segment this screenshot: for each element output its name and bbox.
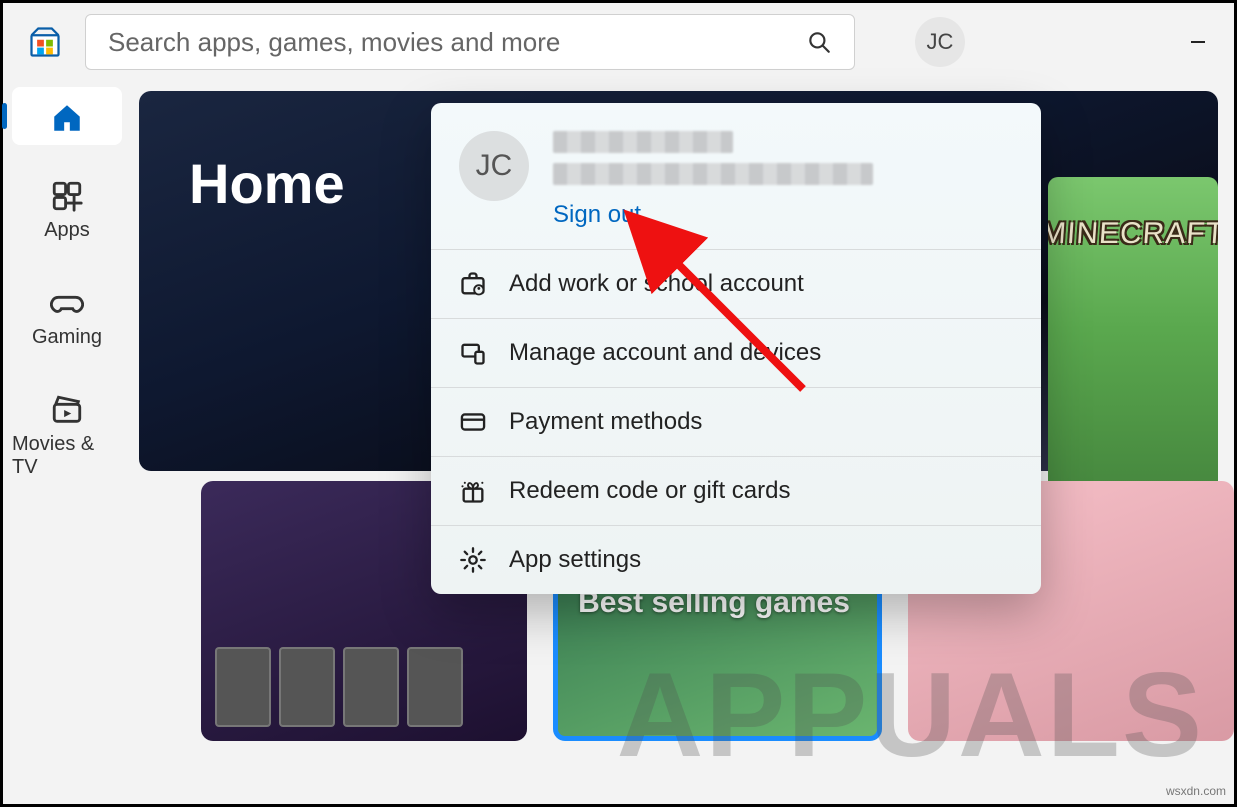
minecraft-logo: MINECRAFT (1048, 217, 1218, 251)
briefcase-person-icon (459, 270, 487, 298)
flyout-item-label: App settings (509, 546, 641, 574)
flyout-app-settings[interactable]: App settings (431, 525, 1041, 594)
flyout-item-label: Payment methods (509, 408, 702, 436)
flyout-add-work-account[interactable]: Add work or school account (431, 249, 1041, 318)
movies-icon (50, 393, 84, 427)
flyout-manage-account[interactable]: Manage account and devices (431, 318, 1041, 387)
redacted-user-email (553, 163, 873, 185)
nav-home[interactable] (12, 87, 122, 145)
devices-icon (459, 339, 487, 367)
nav-apps[interactable]: Apps (12, 165, 122, 252)
redacted-user-name (553, 131, 733, 153)
nav-gaming[interactable]: Gaming (12, 272, 122, 359)
search-icon (806, 29, 832, 55)
watermark-subtext: wsxdn.com (1166, 784, 1226, 798)
search-input[interactable] (108, 27, 806, 58)
thumb (215, 647, 271, 727)
sign-out-link[interactable]: Sign out (553, 201, 641, 229)
minimize-icon (1189, 33, 1207, 51)
sidebar: Apps Gaming Movies & TV (3, 81, 131, 804)
apps-icon (50, 179, 84, 213)
gaming-icon (50, 286, 84, 320)
title-bar: JC (3, 3, 1234, 81)
nav-gaming-label: Gaming (32, 326, 102, 349)
thumb (407, 647, 463, 727)
flyout-header: JC Sign out (431, 103, 1041, 249)
nav-apps-label: Apps (44, 219, 90, 242)
nav-movies[interactable]: Movies & TV (12, 379, 122, 489)
gear-icon (459, 546, 487, 574)
flyout-redeem-code[interactable]: Redeem code or gift cards (431, 456, 1041, 525)
user-avatar-button[interactable]: JC (915, 17, 965, 67)
flyout-item-label: Add work or school account (509, 270, 804, 298)
thumb (279, 647, 335, 727)
home-icon (50, 101, 84, 135)
thumb (343, 647, 399, 727)
flyout-avatar: JC (459, 131, 529, 201)
gift-icon (459, 477, 487, 505)
nav-movies-label: Movies & TV (12, 433, 122, 479)
store-logo (25, 22, 65, 62)
flyout-item-label: Redeem code or gift cards (509, 477, 790, 505)
account-flyout: JC Sign out Add work or school account M… (431, 103, 1041, 594)
credit-card-icon (459, 408, 487, 436)
flyout-payment-methods[interactable]: Payment methods (431, 387, 1041, 456)
minimize-button[interactable] (1176, 20, 1220, 64)
flyout-item-label: Manage account and devices (509, 339, 821, 367)
search-box[interactable] (85, 14, 855, 70)
